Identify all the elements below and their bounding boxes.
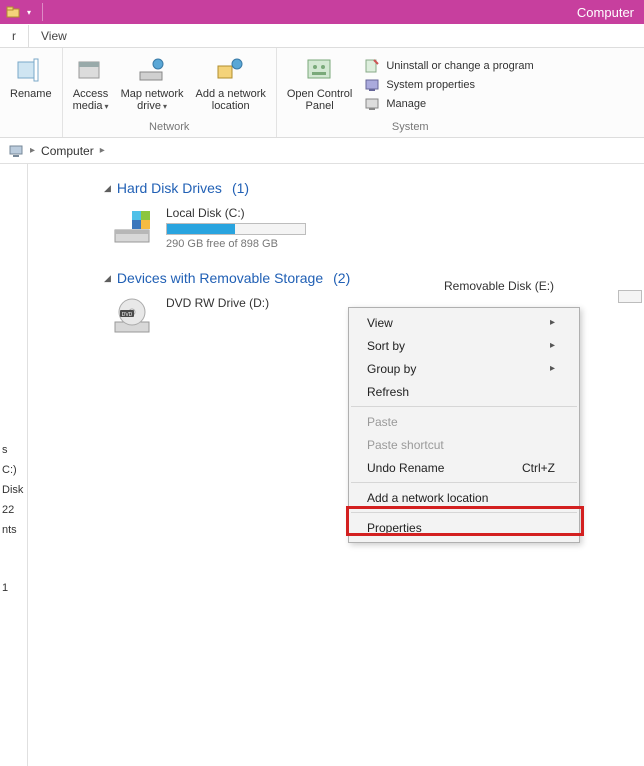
undo-shortcut: Ctrl+Z (522, 461, 555, 475)
system-properties-label: System properties (386, 79, 475, 91)
network-group-label: Network (67, 119, 272, 135)
qat-folder-icon (6, 5, 20, 19)
breadcrumb-computer[interactable]: Computer (41, 144, 94, 158)
rename-icon (15, 54, 47, 86)
collapse-triangle-icon[interactable]: ◢ (104, 273, 111, 284)
control-panel-icon (304, 54, 336, 86)
tab-computer-partial[interactable]: r (0, 25, 29, 47)
context-menu-sort-by[interactable]: Sort by ▸ (349, 334, 579, 357)
tab-view[interactable]: View (29, 25, 79, 47)
map-network-drive-icon (136, 54, 168, 86)
access-media-button[interactable]: Access media▾ (67, 50, 115, 119)
uninstall-button[interactable]: Uninstall or change a program (364, 58, 533, 74)
svg-text:DVD: DVD (122, 312, 133, 318)
window-title: Computer (577, 5, 634, 20)
uninstall-icon (364, 58, 380, 74)
quick-access-toolbar: ▾ (0, 3, 47, 21)
drive-dvd-name: DVD RW Drive (D:) (166, 296, 269, 310)
group-hard-disk-drives[interactable]: ◢ Hard Disk Drives (1) (104, 180, 634, 196)
title-bar: ▾ Computer (0, 0, 644, 24)
submenu-arrow-icon: ▸ (550, 363, 555, 374)
menu-separator (351, 482, 577, 483)
nav-item[interactable]: s (2, 444, 25, 456)
submenu-arrow-icon: ▸ (550, 340, 555, 351)
system-properties-button[interactable]: System properties (364, 77, 533, 93)
uninstall-label: Uninstall or change a program (386, 60, 533, 72)
manage-button[interactable]: Manage (364, 96, 533, 112)
computer-icon (8, 143, 24, 159)
context-menu-paste: Paste (349, 410, 579, 433)
system-properties-icon (364, 77, 380, 93)
open-control-panel-button[interactable]: Open Control Panel (281, 50, 358, 119)
rename-label: Rename (10, 88, 52, 100)
access-media-icon (75, 54, 107, 86)
map-network-drive-button[interactable]: Map network drive▾ (115, 50, 190, 119)
context-menu-group-by[interactable]: Group by ▸ (349, 357, 579, 380)
drive-local-free: 290 GB free of 898 GB (166, 238, 306, 250)
menu-separator (351, 406, 577, 407)
nav-item[interactable]: Disk (E:) (2, 484, 25, 496)
add-network-location-label: Add a network location (196, 88, 266, 112)
submenu-arrow-icon: ▸ (550, 317, 555, 328)
nav-item[interactable]: C:) (2, 464, 25, 476)
group-hdd-title: Hard Disk Drives (117, 180, 222, 196)
qat-dropdown-icon[interactable]: ▾ (24, 7, 34, 17)
nav-item[interactable]: nts (2, 524, 25, 536)
chevron-down-icon: ▾ (163, 102, 167, 111)
chevron-right-icon[interactable]: ▸ (100, 145, 105, 156)
context-menu: View ▸ Sort by ▸ Group by ▸ Refresh Past… (348, 307, 580, 543)
context-menu-paste-shortcut: Paste shortcut (349, 433, 579, 456)
hard-drive-icon (112, 206, 152, 246)
add-network-location-button[interactable]: Add a network location (190, 50, 272, 119)
collapse-triangle-icon[interactable]: ◢ (104, 183, 111, 194)
context-menu-refresh[interactable]: Refresh (349, 380, 579, 403)
manage-label: Manage (386, 98, 426, 110)
system-group-label: System (281, 119, 540, 135)
rename-button[interactable]: Rename (4, 50, 58, 119)
drive-local-c[interactable]: Local Disk (C:) 290 GB free of 898 GB (112, 206, 634, 250)
group-removable-storage[interactable]: ◢ Devices with Removable Storage (2) (104, 270, 634, 286)
add-network-location-icon (215, 54, 247, 86)
chevron-right-icon[interactable]: ▸ (30, 145, 35, 156)
manage-icon (364, 96, 380, 112)
ribbon: Rename Access media▾ Map network drive▾ (0, 48, 644, 138)
context-menu-view[interactable]: View ▸ (349, 311, 579, 334)
open-control-panel-label: Open Control Panel (287, 88, 352, 112)
nav-item[interactable]: 22 (2, 504, 25, 516)
navigation-pane[interactable]: s C:) Disk (E:) 22 nts 1 (0, 164, 28, 766)
group-hdd-count: (1) (232, 180, 249, 196)
group-removable-title: Devices with Removable Storage (117, 270, 323, 286)
drive-removable-name[interactable]: Removable Disk (E:) (444, 279, 554, 293)
group-removable-count: (2) (333, 270, 350, 286)
menu-separator (351, 512, 577, 513)
context-menu-properties[interactable]: Properties (349, 516, 579, 539)
breadcrumb[interactable]: ▸ Computer ▸ (0, 138, 644, 164)
context-menu-undo-rename[interactable]: Undo Rename Ctrl+Z (349, 456, 579, 479)
dvd-drive-icon: DVD (112, 296, 152, 336)
chevron-down-icon: ▾ (105, 102, 109, 111)
drive-removable-usage-bar (618, 290, 642, 303)
access-media-label: Access media (73, 88, 109, 112)
map-network-drive-label: Map network drive (121, 88, 184, 112)
context-menu-add-network-location[interactable]: Add a network location (349, 486, 579, 509)
ribbon-tabs: r View (0, 24, 644, 48)
drive-local-name: Local Disk (C:) (166, 206, 306, 220)
nav-item[interactable]: 1 (2, 582, 25, 594)
drive-usage-bar (166, 223, 306, 235)
